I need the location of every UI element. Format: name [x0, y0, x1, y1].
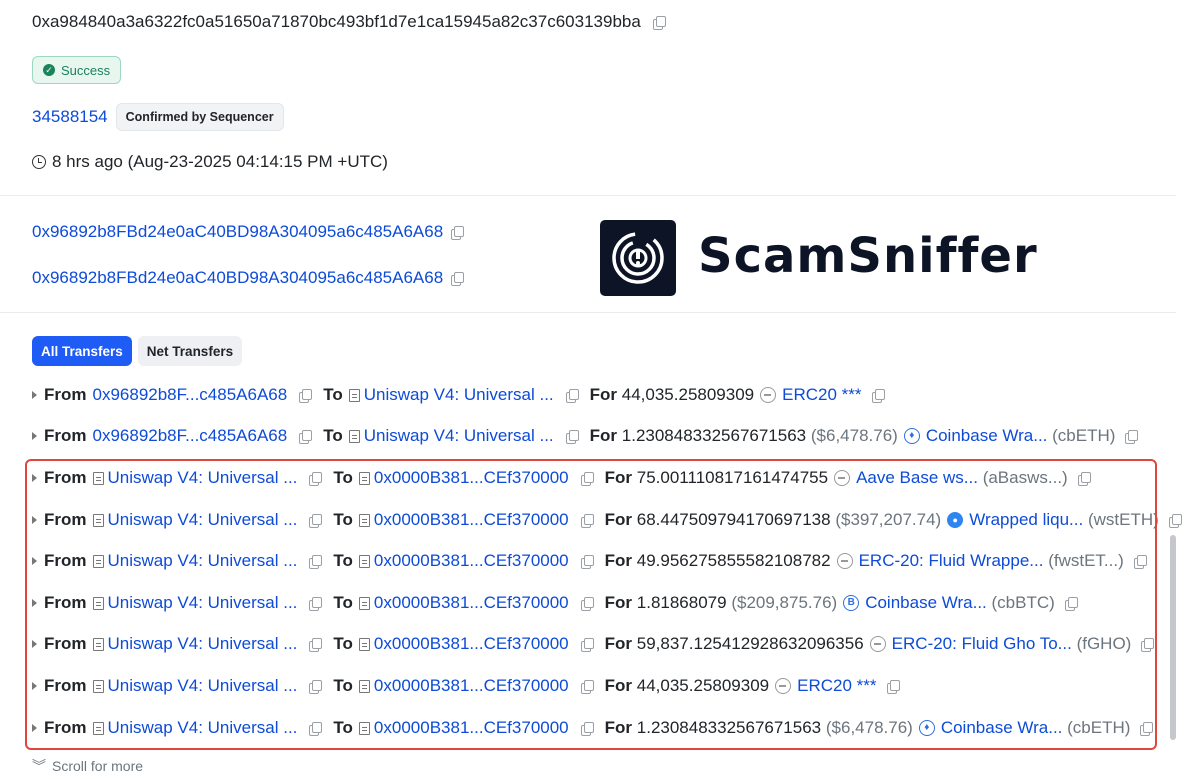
- usd-value: ($6,478.76): [810, 426, 898, 445]
- expand-caret-icon[interactable]: [32, 391, 37, 399]
- transfer-row: From 0x96892b8F...c485A6A68 To Uniswap V4: …: [32, 385, 885, 405]
- from-address-link[interactable]: 0x96892b8F...c485A6A68: [93, 385, 288, 405]
- to-address-link[interactable]: Uniswap V4: Universal ...: [364, 385, 554, 405]
- contract-doc-icon: [348, 388, 360, 402]
- from-address-link[interactable]: 0x96892b8FBd24e0aC40BD98A304095a6c485A6A…: [32, 222, 443, 242]
- grey-token-icon: [760, 387, 777, 403]
- check-circle-icon: ✓: [43, 64, 55, 76]
- amount: 44,035.25809309: [621, 385, 755, 404]
- tx-hash: 0xa984840a3a6322fc0a51650a71870bc493bf1d…: [32, 12, 641, 31]
- contract-doc-icon: [348, 429, 360, 443]
- scrollbar-thumb[interactable]: [1170, 535, 1176, 740]
- scroll-for-more[interactable]: ︾ Scroll for more: [32, 756, 143, 776]
- confirmation-badge: Confirmed by Sequencer: [115, 103, 284, 131]
- to-address-row: 0x96892b8FBd24e0aC40BD98A304095a6c485A6A…: [32, 268, 465, 288]
- clock-icon: [32, 155, 46, 169]
- for-label: For: [589, 426, 618, 445]
- block-number-link[interactable]: 34588154: [32, 107, 108, 127]
- tab-net-transfers[interactable]: Net Transfers: [137, 336, 243, 366]
- copy-icon[interactable]: [871, 388, 885, 403]
- transfer-tabs: All Transfers Net Transfers: [32, 336, 243, 366]
- from-address-link[interactable]: 0x96892b8F...c485A6A68: [93, 426, 288, 446]
- amount: 1.230848332567671563: [621, 426, 807, 445]
- scamsniffer-wordmark: ScamSniffer: [698, 228, 1038, 284]
- scamsniffer-logo: [600, 220, 676, 296]
- copy-icon[interactable]: [565, 429, 579, 444]
- token-link[interactable]: ERC20 ***: [782, 385, 861, 405]
- scroll-more-label: Scroll for more: [52, 758, 144, 774]
- copy-icon[interactable]: [1168, 513, 1182, 528]
- copy-icon[interactable]: [299, 429, 313, 444]
- divider: [0, 312, 1176, 313]
- status-badge: ✓ Success: [32, 56, 122, 84]
- copy-icon[interactable]: [1125, 429, 1139, 444]
- to-address-link[interactable]: 0x96892b8FBd24e0aC40BD98A304095a6c485A6A…: [32, 268, 443, 288]
- copy-icon[interactable]: [652, 15, 666, 30]
- expand-caret-icon[interactable]: [32, 432, 37, 440]
- copy-icon[interactable]: [451, 271, 465, 286]
- tx-hash-row: 0xa984840a3a6322fc0a51650a71870bc493bf1d…: [32, 12, 666, 32]
- block-row: 34588154 Confirmed by Sequencer: [32, 103, 284, 131]
- for-label: For: [589, 385, 618, 404]
- from-label: From: [44, 385, 87, 404]
- to-label: To: [323, 426, 343, 445]
- copy-icon[interactable]: [565, 388, 579, 403]
- to-address-link[interactable]: Uniswap V4: Universal ...: [364, 426, 554, 446]
- copy-icon[interactable]: [299, 388, 313, 403]
- status-label: Success: [61, 62, 111, 78]
- timestamp-row: 8 hrs ago (Aug-23-2025 04:14:15 PM +UTC): [32, 152, 388, 172]
- transfer-row: From 0x96892b8F...c485A6A68 To Uniswap V4: …: [32, 426, 1139, 446]
- highlight-box: [25, 459, 1157, 750]
- to-label: To: [323, 385, 343, 404]
- token-symbol: (cbETH): [1052, 426, 1116, 445]
- timestamp: 8 hrs ago (Aug-23-2025 04:14:15 PM +UTC): [52, 152, 388, 171]
- eth-token-icon: ♦: [903, 428, 920, 444]
- from-address-row: 0x96892b8FBd24e0aC40BD98A304095a6c485A6A…: [32, 222, 465, 242]
- tab-all-transfers[interactable]: All Transfers: [32, 336, 132, 366]
- divider: [0, 195, 1176, 196]
- token-link[interactable]: Coinbase Wra...: [926, 426, 1048, 446]
- double-chevron-down-icon: ︾: [32, 758, 46, 774]
- from-label: From: [44, 426, 87, 445]
- copy-icon[interactable]: [451, 225, 465, 240]
